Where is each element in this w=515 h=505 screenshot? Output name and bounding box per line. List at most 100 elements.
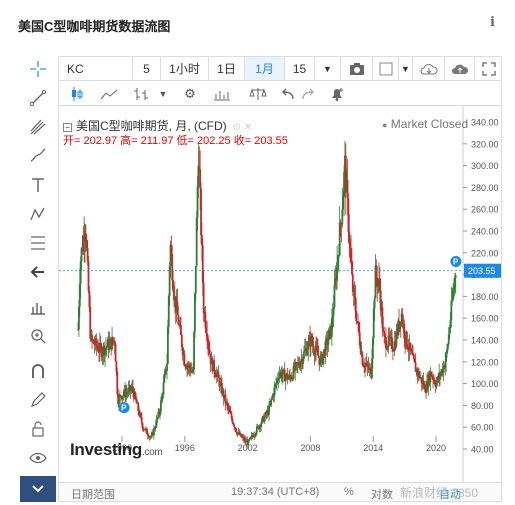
y-tick-label: 100.00 [471,379,499,389]
candle-body [303,351,305,359]
trend-line-icon[interactable] [20,85,56,111]
investing-logo: Investing.com [70,440,163,460]
color-box-icon[interactable] [373,57,399,80]
gear-icon[interactable]: ⚙ [177,81,203,106]
crosshair-icon[interactable] [20,56,56,82]
x-tick-label: 1996 [175,443,195,453]
chevron-down-icon[interactable] [20,476,56,502]
undo-icon[interactable] [277,81,297,106]
candle-body [317,355,320,358]
interval-1h-button[interactable]: 1小时 [161,57,209,80]
y-tick-label: 260.00 [471,205,499,215]
y-tick-label: 160.00 [471,314,499,324]
y-tick-label: 240.00 [471,227,499,237]
bars-icon[interactable] [129,81,153,106]
log-toggle[interactable]: 对数 [371,486,393,502]
fullscreen-icon[interactable] [475,57,503,80]
value-15-select[interactable]: 15 [285,57,315,80]
logo-suffix: .com [141,447,163,458]
price-chart[interactable]: 340.00 320.00 300.00 280.00 260.00 240.00 220.… [58,106,502,482]
cloud-upload-icon[interactable] [445,57,475,80]
interval-1d-button[interactable]: 1日 [209,57,245,80]
logo-text: Investing [70,440,142,459]
fib-icon[interactable] [20,230,56,256]
candle-body [454,275,457,278]
watermark: 新浪财经 2350 [400,486,479,500]
current-price-label: 203.55 [468,266,496,276]
event-marker-label: P [453,258,459,267]
y-tick-label: 320.00 [471,139,499,149]
candle-body [194,265,197,294]
collapse-icon[interactable]: − [63,123,72,132]
x-tick-label: 2014 [363,443,383,453]
candle-body [183,353,186,366]
chevron-down-icon[interactable]: ▼ [155,81,171,106]
candle-body [268,405,270,415]
pitchfork-icon[interactable] [20,114,56,140]
symbol-input[interactable]: KC [59,57,133,80]
candle-body [405,331,408,347]
chevron-down-icon[interactable]: ▼ [315,57,341,80]
candle-body [403,323,406,339]
candlestick-plot: 340.00 320.00 300.00 280.00 260.00 240.00 220.… [59,106,501,482]
camera-icon[interactable] [341,57,373,80]
candle-body [162,382,165,395]
info-icon[interactable]: i [490,15,495,30]
compare-icon[interactable] [245,81,271,106]
pattern-icon[interactable] [20,201,56,227]
cloud-download-icon[interactable] [413,57,445,80]
ohlc-values: 开= 202.97 高= 211.97 低= 202.25 收= 203.55 [63,135,288,147]
candle-body [341,209,344,225]
x-tick-label: 2008 [300,443,320,453]
percent-toggle[interactable]: % [344,486,354,498]
x-tick-label: 2020 [426,443,446,453]
candle-body [327,339,330,345]
lock-icon[interactable] [20,416,56,442]
candle-body [140,417,143,424]
y-tick-label: 120.00 [471,357,499,367]
market-status: ● Market Closed [382,117,469,131]
candle-body [108,341,111,350]
candle-body [307,340,310,350]
redo-icon[interactable] [299,81,319,106]
chevron-down-icon[interactable]: ▼ [399,57,413,80]
candle-body [355,310,358,322]
pencil-lock-icon[interactable] [20,387,56,413]
header: 美国C型咖啡期货数据流图 i [0,0,515,48]
interval-1m-button[interactable]: 1月 [245,57,285,80]
area-chart-icon[interactable] [95,81,123,106]
candles-icon[interactable] [65,81,89,106]
brush-icon[interactable] [20,143,56,169]
drawing-toolbar [20,56,56,502]
toolbar-indicators: ▼ ⚙ [58,80,502,106]
candle-body [412,354,415,360]
eye-icon[interactable] [20,445,56,471]
candle-body [208,350,211,355]
y-tick-label: 60.00 [471,423,494,433]
alert-icon[interactable] [325,81,349,106]
candle-body [160,400,162,412]
y-tick-label: 280.00 [471,183,499,193]
y-tick-label: 40.00 [471,445,494,455]
clock-time: 19:37:34 (UTC+8) [231,486,320,498]
candle-body [180,325,182,336]
candle-body [166,363,168,371]
y-tick-label: 80.00 [471,401,494,411]
back-arrow-icon[interactable] [20,259,56,285]
y-tick-label: 340.00 [471,118,499,128]
magnet-icon[interactable] [20,358,56,384]
market-status-text: Market Closed [390,117,469,131]
measure-icon[interactable] [20,294,56,320]
date-range-button[interactable]: 日期范围 [71,486,115,502]
y-tick-label: 300.00 [471,161,499,171]
y-tick-label: 220.00 [471,248,499,258]
zoom-icon[interactable] [20,323,56,349]
text-tool-icon[interactable] [20,172,56,198]
legend-title: 美国C型咖啡期货, 月, (CFD) [76,119,227,133]
interval-5-button[interactable]: 5 [133,57,161,80]
candle-body [114,344,117,362]
page-title: 美国C型咖啡期货数据流图 [18,19,171,34]
y-tick-label: 140.00 [471,336,499,346]
indicators-icon[interactable] [209,81,235,106]
y-tick-label: 180.00 [471,292,499,302]
